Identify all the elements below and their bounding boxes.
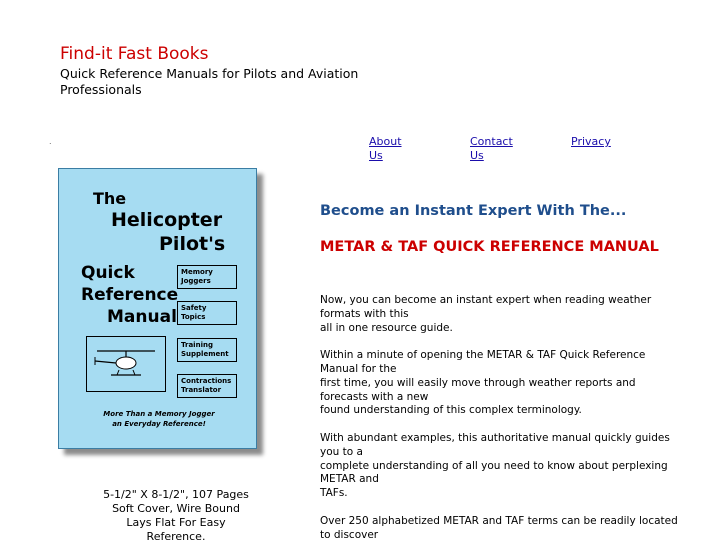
text-line: found understanding of this complex term… xyxy=(320,404,582,417)
product-title: METAR & TAF QUICK REFERENCE MANUAL xyxy=(320,239,659,255)
text-line: all in one resource guide. xyxy=(320,321,453,334)
nav-link-contact-us[interactable]: Contact Us xyxy=(470,135,520,163)
description-paragraph: Within a minute of opening the METAR & T… xyxy=(320,349,682,418)
book-details-line: Reference. xyxy=(146,530,206,543)
description-paragraph: With abundant examples, this authoritati… xyxy=(320,432,682,501)
nav-link-about-us[interactable]: About Us xyxy=(369,135,409,163)
cover-tag: Memory Joggers xyxy=(177,265,237,289)
decorative-dot: . xyxy=(49,137,52,146)
book-cover-image: The Helicopter Pilot's Quick Reference M… xyxy=(58,168,257,449)
nav-link-privacy[interactable]: Privacy xyxy=(571,135,611,149)
product-description: Now, you can become an instant expert wh… xyxy=(320,294,682,556)
text-line: first time, you will easily move through… xyxy=(320,376,636,403)
cover-tag: Contractions Translator xyxy=(177,374,237,398)
cover-line: Pilot's xyxy=(159,233,226,255)
cover-line: Manual xyxy=(107,307,177,327)
book-details-line: 5-1/2" X 8-1/2", 107 Pages xyxy=(103,488,249,501)
text-line: Now, you can become an instant expert wh… xyxy=(320,294,652,320)
site-tagline: Quick Reference Manuals for Pilots and A… xyxy=(60,66,359,97)
text-line: Within a minute of opening the METAR & T… xyxy=(320,349,646,375)
cover-bottom-line: an Everyday Reference! xyxy=(112,420,206,428)
book-details-line: Soft Cover, Wire Bound xyxy=(112,502,240,515)
text-line: With abundant examples, this authoritati… xyxy=(320,431,670,458)
book-details: 5-1/2" X 8-1/2", 107 Pages Soft Cover, W… xyxy=(92,488,260,544)
cover-bottom-line: More Than a Memory Jogger xyxy=(103,410,215,418)
description-paragraph: Now, you can become an instant expert wh… xyxy=(320,294,682,335)
book-details-line: Lays Flat For Easy xyxy=(126,516,226,529)
cover-bottom-text: More Than a Memory Jogger an Everyday Re… xyxy=(79,409,239,429)
text-line: TAFs. xyxy=(320,487,348,500)
cover-tag: Training Supplement xyxy=(177,338,237,362)
site-title: Find-it Fast Books xyxy=(60,44,209,64)
cover-line: Quick xyxy=(81,263,135,283)
text-line: Over 250 alphabetized METAR and TAF term… xyxy=(320,514,678,541)
text-line: complete understanding of all you need t… xyxy=(320,459,668,486)
cover-tag: Safety Topics xyxy=(177,301,237,325)
cover-line: Helicopter xyxy=(111,209,223,231)
description-paragraph: Over 250 alphabetized METAR and TAF term… xyxy=(320,515,682,543)
cover-line: The xyxy=(93,189,127,208)
helicopter-icon xyxy=(86,336,166,392)
main-headline: Become an Instant Expert With The... xyxy=(320,203,627,219)
cover-line: Reference xyxy=(81,285,179,305)
